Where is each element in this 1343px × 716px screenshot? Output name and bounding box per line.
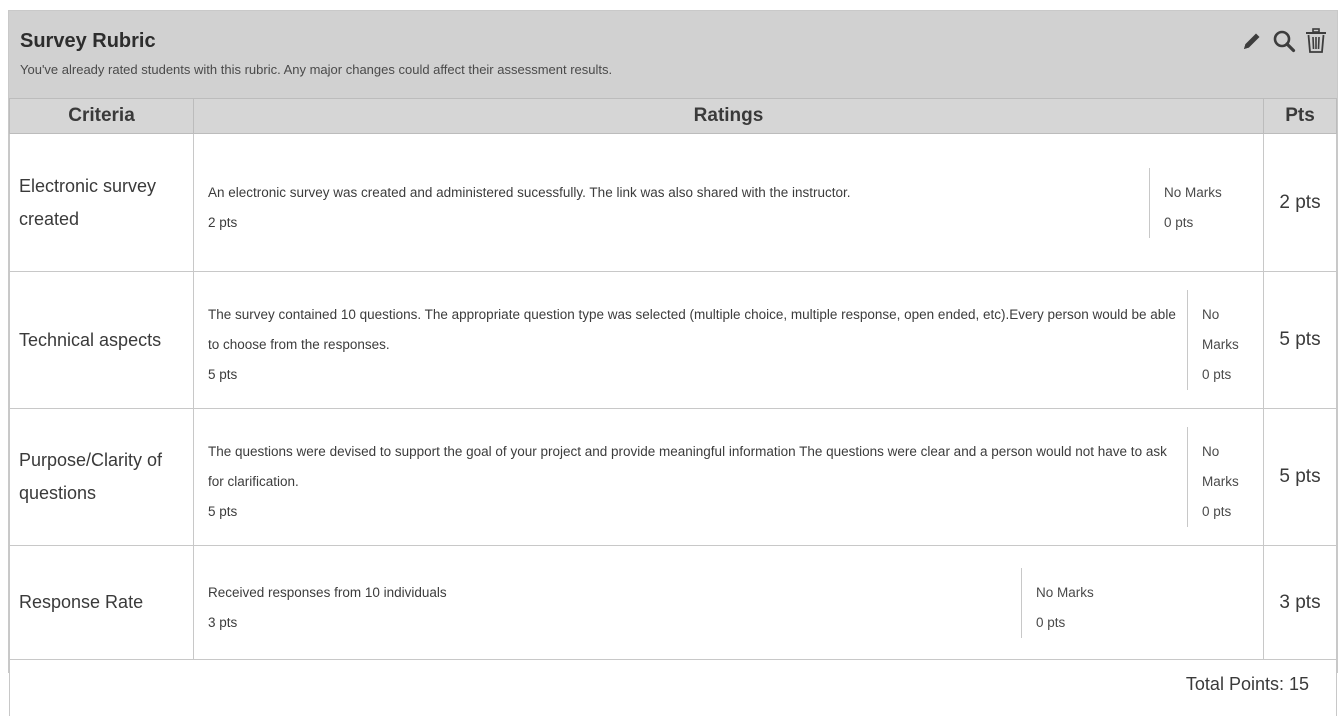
rating-points: 0 pts (1202, 367, 1232, 382)
table-row: Technical aspects The survey contained 1… (9, 271, 1337, 409)
rating-option[interactable]: Received responses from 10 individuals 3… (194, 568, 1021, 638)
rating-description: Received responses from 10 individuals (208, 584, 447, 600)
rating-option[interactable]: No Marks 0 pts (1187, 290, 1263, 390)
column-header-ratings: Ratings (193, 98, 1264, 134)
ratings-cell: Received responses from 10 individuals 3… (193, 545, 1264, 660)
criterion-label: Electronic survey created (9, 133, 194, 272)
total-points: Total Points: 15 (1185, 674, 1309, 694)
total-row: Total Points: 15 (9, 660, 1337, 716)
trash-icon[interactable] (1303, 27, 1329, 55)
rating-points: 3 pts (208, 614, 238, 630)
criterion-label: Technical aspects (9, 271, 194, 409)
rating-description: No Marks (1036, 584, 1094, 600)
table-row: Purpose/Clarity of questions The questio… (9, 408, 1337, 546)
rubric-header: Survey Rubric You've already rated stude… (9, 11, 1337, 98)
rubric-warning: You've already rated students with this … (20, 62, 613, 77)
rating-option[interactable]: No Marks 0 pts (1187, 427, 1263, 527)
rating-description: The questions were devised to support th… (208, 444, 1167, 489)
criterion-label: Purpose/Clarity of questions (9, 408, 194, 546)
rubric-panel: Survey Rubric You've already rated stude… (8, 10, 1338, 716)
rating-option[interactable]: No Marks 0 pts (1021, 567, 1263, 638)
rating-points: 5 pts (208, 504, 238, 519)
ratings-cell: An electronic survey was created and adm… (193, 133, 1264, 272)
rubric-title: Survey Rubric (20, 30, 156, 52)
search-icon[interactable] (1271, 27, 1297, 55)
criterion-points: 3 pts (1263, 545, 1337, 660)
rating-option[interactable]: An electronic survey was created and adm… (194, 168, 1149, 238)
rating-points: 0 pts (1202, 504, 1232, 519)
rating-description: No Marks (1202, 307, 1239, 352)
rating-points: 2 pts (208, 214, 238, 230)
rating-points: 0 pts (1036, 614, 1066, 630)
criterion-points: 5 pts (1263, 408, 1337, 546)
rating-description: No Marks (1164, 184, 1222, 200)
column-header-pts: Pts (1263, 98, 1337, 134)
pencil-icon[interactable] (1239, 27, 1265, 55)
table-row: Response Rate Received responses from 10… (9, 545, 1337, 660)
rating-description: An electronic survey was created and adm… (208, 184, 851, 200)
ratings-cell: The questions were devised to support th… (193, 408, 1264, 546)
rating-option[interactable]: No Marks 0 pts (1149, 167, 1263, 238)
criterion-points: 5 pts (1263, 271, 1337, 409)
rating-points: 0 pts (1164, 214, 1194, 230)
rating-points: 5 pts (208, 367, 238, 382)
table-row: Electronic survey created An electronic … (9, 133, 1337, 272)
criterion-label: Response Rate (9, 545, 194, 660)
criterion-points: 2 pts (1263, 133, 1337, 272)
column-header-criteria: Criteria (9, 98, 194, 134)
rubric-actions (1239, 27, 1329, 55)
rating-option[interactable]: The survey contained 10 questions. The a… (194, 290, 1187, 390)
rating-option[interactable]: The questions were devised to support th… (194, 427, 1187, 527)
rating-description: No Marks (1202, 444, 1239, 489)
rating-description: The survey contained 10 questions. The a… (208, 307, 1176, 352)
ratings-cell: The survey contained 10 questions. The a… (193, 271, 1264, 409)
rubric-table: Criteria Ratings Pts Electronic survey c… (9, 98, 1337, 660)
